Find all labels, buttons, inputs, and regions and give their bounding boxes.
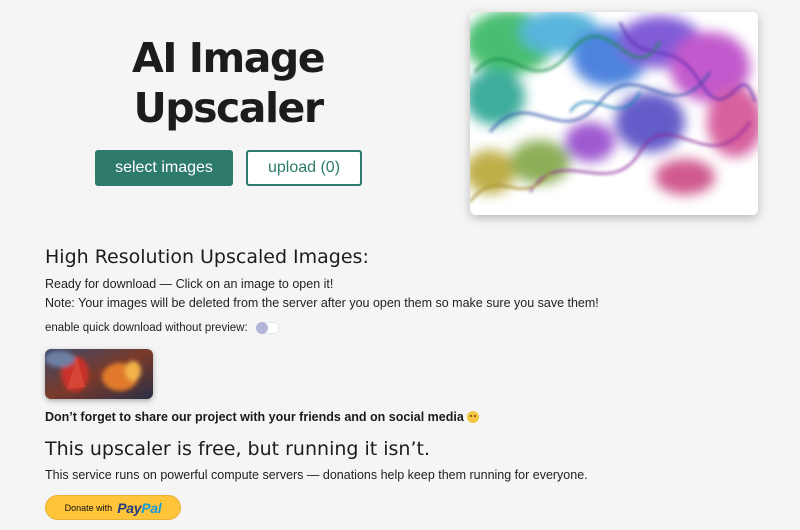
smiling-face-icon <box>466 411 479 423</box>
thumbnail-artwork <box>45 349 153 399</box>
paypal-logo-icon: PayPal <box>117 500 161 516</box>
ready-text: Ready for download — Click on an image t… <box>45 277 334 291</box>
paypal-pal-text: Pal <box>141 499 162 516</box>
upscaled-image-thumbnail[interactable] <box>45 349 153 399</box>
smoke-illustration <box>470 12 758 215</box>
share-text: Don’t forget to share our project with y… <box>45 410 479 424</box>
page: AI Image Upscaler select images upload (… <box>0 0 800 530</box>
hero-smoke-image <box>470 12 758 215</box>
page-title: AI Image Upscaler <box>131 34 326 132</box>
select-images-button[interactable]: select images <box>95 150 233 186</box>
quick-download-toggle[interactable] <box>255 322 280 334</box>
share-text-content: Don’t forget to share our project with y… <box>45 410 464 424</box>
donation-text: This service runs on powerful compute se… <box>45 468 588 482</box>
toggle-knob <box>255 322 268 334</box>
results-heading: High Resolution Upscaled Images: <box>45 246 369 268</box>
donation-heading: This upscaler is free, but running it is… <box>45 438 431 460</box>
donate-with-label: Donate with <box>64 502 113 513</box>
paypal-pay-text: Pay <box>117 499 142 516</box>
quick-download-label: enable quick download without preview: <box>45 322 248 334</box>
note-text: Note: Your images will be deleted from t… <box>45 296 599 310</box>
upload-button[interactable]: upload (0) <box>246 150 362 186</box>
paypal-donate-button[interactable]: Donate with PayPal <box>45 495 181 520</box>
quick-download-row: enable quick download without preview: <box>45 322 280 334</box>
